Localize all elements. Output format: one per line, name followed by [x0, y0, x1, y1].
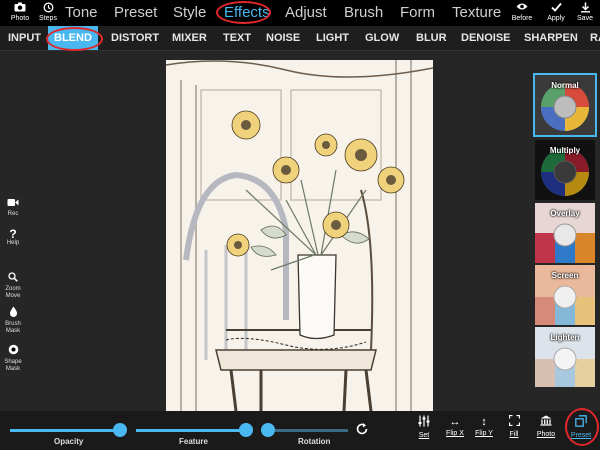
opacity-slider[interactable]: [10, 429, 120, 432]
top-toolbar: Photo Steps Tone Preset Style Effects Ad…: [0, 0, 600, 26]
horizontal-arrows-icon: ↔: [449, 416, 461, 428]
apply-label: Apply: [547, 15, 565, 22]
brush-mask-label: Mask: [5, 328, 21, 334]
help-label: Help: [6, 240, 20, 246]
apply-button[interactable]: Apply: [541, 2, 571, 26]
submenu-mixer[interactable]: MIXER: [172, 26, 207, 50]
menu-style[interactable]: Style: [173, 3, 206, 23]
rotation-label: Rotation: [298, 437, 331, 446]
sliders-icon: [410, 415, 438, 431]
drop-icon: [0, 306, 26, 321]
before-button[interactable]: Before: [507, 2, 537, 26]
download-icon: [570, 2, 600, 14]
preset-button-label: Preset: [570, 432, 592, 439]
camera-icon: [5, 2, 35, 14]
preset-multiply-label: Multiply: [549, 146, 581, 155]
move-label: Move: [5, 293, 21, 299]
shape-mask-button[interactable]: Shape Mask: [0, 344, 26, 373]
preset-overlay[interactable]: Overlay: [535, 203, 595, 263]
zoom-label: Zoom: [5, 286, 21, 292]
preset-normal[interactable]: Normal: [533, 73, 597, 137]
submenu-text[interactable]: TEXT: [223, 26, 251, 50]
menu-adjust[interactable]: Adjust: [285, 3, 327, 23]
preset-overlay-label: Overlay: [550, 209, 580, 218]
photo-button[interactable]: Photo: [5, 2, 35, 26]
rec-button[interactable]: Rec: [0, 198, 26, 218]
set-button[interactable]: Set: [410, 415, 438, 440]
eye-icon: [507, 2, 537, 14]
submenu-ra[interactable]: RA: [590, 26, 600, 50]
submenu-blur[interactable]: BLUR: [416, 26, 447, 50]
preset-screen[interactable]: Screen: [535, 265, 595, 325]
feature-slider-knob[interactable]: [239, 423, 253, 437]
menu-preset[interactable]: Preset: [114, 3, 157, 23]
effects-submenu: INPUT BLEND DISTORT MIXER TEXT NOISE LIG…: [0, 26, 600, 51]
fill-label: Fill: [509, 431, 519, 438]
preset-lighten[interactable]: Lighten: [535, 327, 595, 387]
photo-canvas[interactable]: [166, 60, 433, 411]
video-camera-icon: [0, 198, 26, 211]
menu-brush[interactable]: Brush: [344, 3, 383, 23]
save-label: Save: [577, 15, 593, 22]
save-button[interactable]: Save: [570, 2, 600, 26]
menu-form[interactable]: Form: [400, 3, 435, 23]
checkmark-icon: [541, 2, 571, 14]
flip-x-button[interactable]: ↔ Flip X: [441, 415, 469, 438]
menu-texture[interactable]: Texture: [452, 3, 501, 23]
circle-target-icon: [0, 344, 26, 359]
sunflowers-overlay: [226, 110, 405, 257]
menu-tone[interactable]: Tone: [65, 3, 98, 23]
question-mark-icon: ?: [9, 227, 17, 241]
brush-mask-button[interactable]: Brush Mask: [0, 306, 26, 335]
photo-label: Photo: [10, 15, 30, 22]
fill-button[interactable]: Fill: [500, 414, 528, 439]
bank-icon: [532, 415, 560, 430]
brush-label: Brush: [5, 321, 21, 327]
feature-label: Feature: [179, 437, 208, 446]
feature-slider[interactable]: [136, 429, 246, 432]
shape-label: Shape: [4, 359, 22, 365]
app-window: Photo Steps Tone Preset Style Effects Ad…: [0, 0, 600, 450]
bottom-toolbar: Opacity Feature Rotation Set ↔ Flip X ↕ …: [0, 411, 600, 450]
flip-x-label: Flip X: [446, 430, 464, 437]
vertical-arrows-icon: ↕: [481, 416, 487, 428]
rotation-slider-knob[interactable]: [261, 423, 275, 437]
submenu-light[interactable]: LIGHT: [316, 26, 349, 50]
photo-source-label: Photo: [536, 431, 556, 438]
zoom-move-button[interactable]: Zoom Move: [0, 272, 26, 300]
opacity-label: Opacity: [54, 437, 84, 446]
magnifier-icon: [0, 272, 26, 286]
help-button[interactable]: ? Help: [0, 228, 26, 247]
submenu-blend[interactable]: BLEND: [48, 26, 98, 50]
flip-y-label: Flip Y: [475, 430, 493, 437]
submenu-noise[interactable]: NOISE: [266, 26, 300, 50]
steps-button[interactable]: Steps: [33, 2, 63, 26]
layers-icon: [567, 415, 595, 431]
preset-button[interactable]: Preset: [567, 415, 595, 440]
preset-screen-label: Screen: [551, 271, 579, 280]
opacity-slider-knob[interactable]: [113, 423, 127, 437]
shape-mask-label: Mask: [5, 366, 21, 372]
submenu-glow[interactable]: GLOW: [365, 26, 399, 50]
submenu-sharpen[interactable]: SHARPEN: [524, 26, 578, 50]
preset-multiply[interactable]: Multiply: [535, 140, 595, 200]
submenu-distort[interactable]: DISTORT: [111, 26, 159, 50]
flip-y-button[interactable]: ↕ Flip Y: [470, 415, 498, 438]
preset-normal-label: Normal: [551, 81, 579, 90]
before-label: Before: [511, 15, 533, 22]
photo-source-button[interactable]: Photo: [532, 415, 560, 439]
preset-lighten-label: Lighten: [550, 333, 580, 342]
steps-label: Steps: [39, 15, 57, 22]
rec-label: Rec: [7, 211, 19, 217]
submenu-denoise[interactable]: DENOISE: [461, 26, 511, 50]
expand-corners-icon: [500, 414, 528, 430]
reset-rotation-icon[interactable]: [355, 422, 369, 441]
menu-effects[interactable]: Effects: [224, 3, 270, 23]
submenu-input[interactable]: INPUT: [8, 26, 41, 50]
history-icon: [33, 2, 63, 14]
set-label: Set: [418, 432, 430, 439]
